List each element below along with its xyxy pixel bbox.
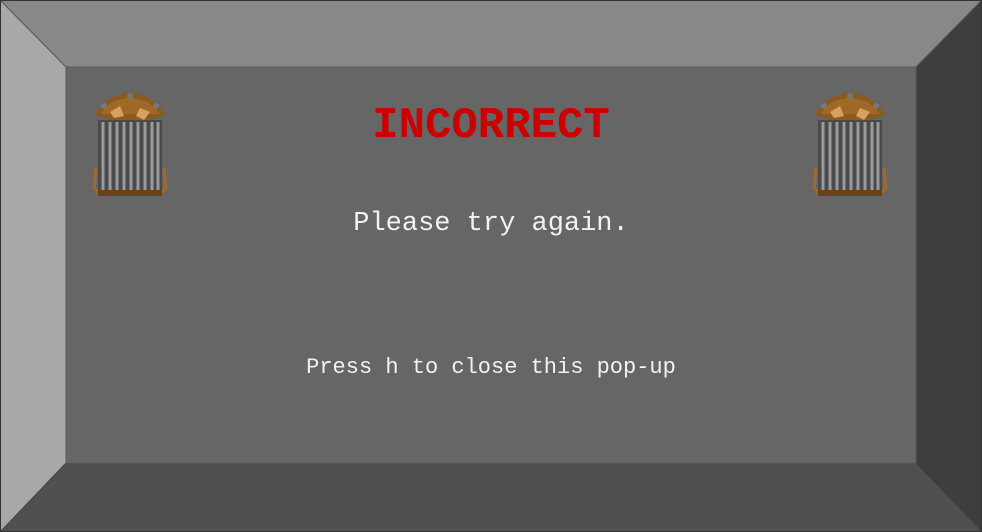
popup-title: INCORRECT xyxy=(372,101,610,151)
bevel-right xyxy=(916,0,982,532)
popup-content: INCORRECT Please try again. Press h to c… xyxy=(66,67,916,463)
bevel-left xyxy=(0,0,66,532)
popup-message: Please try again. xyxy=(353,209,629,239)
close-hint: Press h to close this pop-up xyxy=(306,355,676,380)
bevel-top xyxy=(0,0,982,67)
incorrect-popup: INCORRECT Please try again. Press h to c… xyxy=(0,0,982,532)
bevel-bottom xyxy=(0,463,982,532)
